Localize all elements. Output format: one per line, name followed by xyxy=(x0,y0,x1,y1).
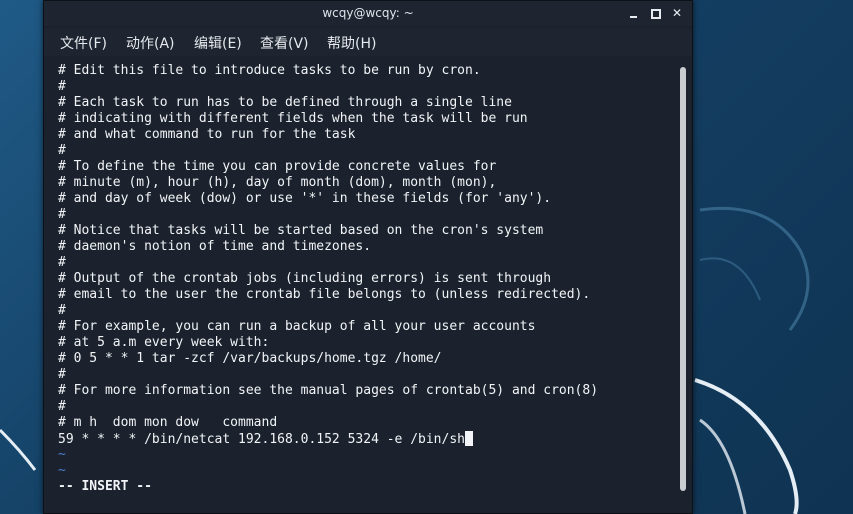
editor-line: # xyxy=(58,367,66,382)
window-title: wcqy@wcqy: ~ xyxy=(322,6,414,20)
editor-line: # xyxy=(58,143,66,158)
editor-line: # xyxy=(58,207,66,222)
menu-help[interactable]: 帮助(H) xyxy=(327,33,376,53)
editor-line: # and day of week (dow) or use '*' in th… xyxy=(58,191,552,206)
editor-line: # email to the user the crontab file bel… xyxy=(58,287,591,302)
editor-mode-status: -- INSERT -- xyxy=(58,479,152,494)
editor-line: # xyxy=(58,399,66,414)
maximize-icon[interactable] xyxy=(648,6,662,20)
menu-file[interactable]: 文件(F) xyxy=(60,33,107,53)
editor-line: # xyxy=(58,255,66,270)
menu-action[interactable]: 动作(A) xyxy=(126,33,175,53)
menu-edit[interactable]: 编辑(E) xyxy=(194,33,242,53)
editor-line: # xyxy=(58,303,66,318)
editor-line: # 0 5 * * 1 tar -zcf /var/backups/home.t… xyxy=(58,351,442,366)
editor-line: # To define the time you can provide con… xyxy=(58,159,497,174)
menu-view[interactable]: 查看(V) xyxy=(260,33,309,53)
cron-entry-line: 59 * * * * /bin/netcat 192.168.0.152 532… xyxy=(58,431,598,447)
editor-line: # Output of the crontab jobs (including … xyxy=(58,271,552,286)
editor-line: # Notice that tasks will be started base… xyxy=(58,223,544,238)
editor-line: # at 5 a.m every week with: xyxy=(58,335,270,350)
editor-line: # daemon's notion of time and timezones. xyxy=(58,239,372,254)
editor-line: # xyxy=(58,79,66,94)
minimize-icon[interactable] xyxy=(626,6,640,20)
cron-entry-text: 59 * * * * /bin/netcat 192.168.0.152 532… xyxy=(58,432,465,447)
menu-bar: 文件(F) 动作(A) 编辑(E) 查看(V) 帮助(H) xyxy=(44,28,692,56)
editor-line: # Edit this file to introduce tasks to b… xyxy=(58,63,481,78)
title-bar[interactable]: wcqy@wcqy: ~ ✕ xyxy=(44,1,692,26)
scrollbar-thumb[interactable] xyxy=(680,67,686,491)
scrollbar[interactable] xyxy=(676,57,692,513)
editor-line: # m h dom mon dow command xyxy=(58,415,278,430)
editor-line: # and what command to run for the task xyxy=(58,127,356,142)
empty-line-marker: ~ xyxy=(58,447,66,462)
editor-line: # For example, you can run a backup of a… xyxy=(58,319,536,334)
editor-line: # For more information see the manual pa… xyxy=(58,383,599,398)
editor-line: # indicating with different fields when … xyxy=(58,111,528,126)
editor-line: # Each task to run has to be defined thr… xyxy=(58,95,512,110)
terminal-area[interactable]: # Edit this file to introduce tasks to b… xyxy=(44,57,676,513)
text-cursor xyxy=(465,431,473,446)
close-icon[interactable]: ✕ xyxy=(670,6,684,20)
editor-buffer[interactable]: # Edit this file to introduce tasks to b… xyxy=(58,63,598,479)
empty-line-marker: ~ xyxy=(58,463,66,478)
editor-line: # minute (m), hour (h), day of month (do… xyxy=(58,175,497,190)
terminal-window: wcqy@wcqy: ~ ✕ 文件(F) 动作(A) 编辑(E) 查看(V) 帮… xyxy=(43,0,693,514)
